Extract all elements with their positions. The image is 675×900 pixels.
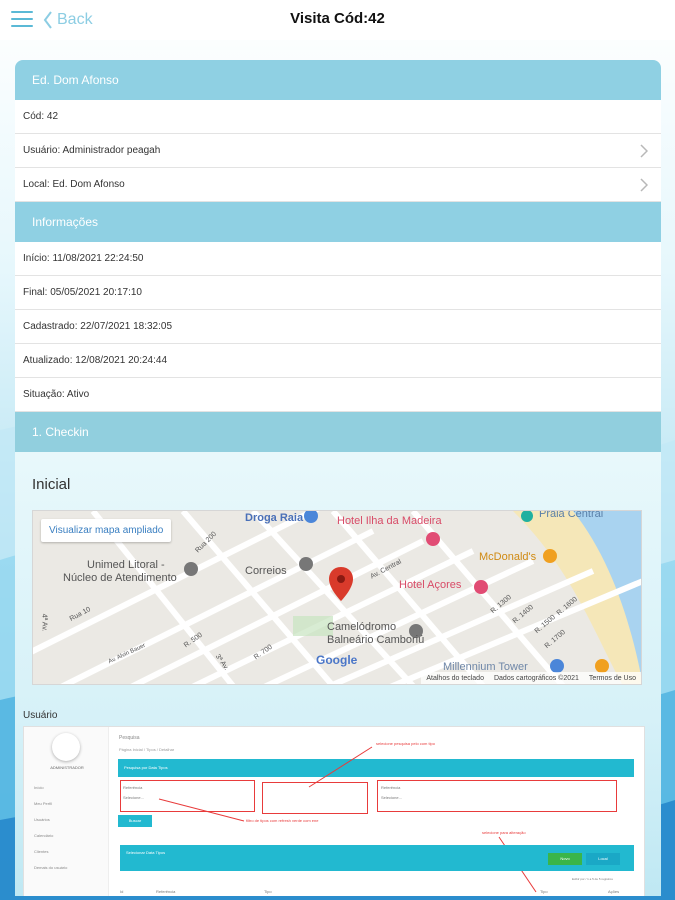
shot-col-type: Tipo xyxy=(264,889,272,894)
map-label-unimed: Unimed Litoral - xyxy=(87,559,165,571)
map-label-camelodromo-2: Balneário Camboriú xyxy=(327,634,425,646)
location-map[interactable]: Visualizar mapa ampliado Droga Raia Hote… xyxy=(32,510,642,685)
user-photo-screenshot[interactable]: ADMINISTRADOR Início Meu Perfil Usuários… xyxy=(23,726,645,896)
photo-title: Inicial xyxy=(32,476,71,493)
map-label-camelodromo: Camelódromo xyxy=(327,621,397,633)
map-terms-link[interactable]: Termos de Uso xyxy=(589,675,636,682)
visit-detail-card: Ed. Dom Afonso Cód: 42 Usuário: Administ… xyxy=(15,60,661,896)
map-label-unimed-2: Núcleo de Atendimento xyxy=(63,572,177,584)
end-text: Final: 05/05/2021 20:17:10 xyxy=(23,287,142,298)
map-label-correios: Correios xyxy=(245,565,287,577)
user-text: Usuário: Administrador peagah xyxy=(23,145,161,156)
map-label-beach: Praia Central xyxy=(539,510,604,520)
created-row: Cadastrado: 22/07/2021 18:32:05 xyxy=(15,310,661,344)
local-text: Local: Ed. Dom Afonso xyxy=(23,179,125,190)
map-enlarge-link[interactable]: Visualizar mapa ampliado xyxy=(41,519,172,542)
info-section-header: Informações xyxy=(15,202,661,242)
start-text: Início: 11/08/2021 22:24:50 xyxy=(23,253,144,264)
chevron-right-icon xyxy=(640,178,648,192)
page-title: Visita Cód:42 xyxy=(290,10,385,27)
map-label-mcdonalds: McDonald's xyxy=(479,551,537,563)
updated-text: Atualizado: 12/08/2021 20:24:44 xyxy=(23,355,168,366)
shot-col-ref: Referência xyxy=(156,889,176,894)
chevron-right-icon xyxy=(640,144,648,158)
user-photo-label: Usuário xyxy=(23,710,58,721)
status-text: Situação: Ativo xyxy=(23,389,90,400)
checkin-section-header: 1. Checkin xyxy=(15,412,661,452)
map-label-hotel-2: Hotel Açores xyxy=(399,579,462,591)
map-shortcuts-link[interactable]: Atalhos do teclado xyxy=(426,675,484,682)
map-data-credit: Dados cartográficos ©2021 xyxy=(493,674,579,682)
top-navigation-bar: Back Visita Cód:42 xyxy=(0,0,675,40)
map-label-hotel: Hotel Ilha da Madeira xyxy=(337,515,442,527)
status-row: Situação: Ativo xyxy=(15,378,661,412)
map-label-av-4: 4ª Av. xyxy=(40,613,48,632)
shot-col-id: Id xyxy=(120,889,124,894)
updated-row: Atualizado: 12/08/2021 20:24:44 xyxy=(15,344,661,378)
map-label-pharmacy: Droga Raia xyxy=(245,512,304,524)
created-text: Cadastrado: 22/07/2021 18:32:05 xyxy=(23,321,173,332)
code-row: Cód: 42 xyxy=(15,100,661,134)
checkin-panel: Inicial Visualizar mapa ampliado Droga R… xyxy=(15,452,661,896)
local-row[interactable]: Local: Ed. Dom Afonso xyxy=(15,168,661,202)
user-row[interactable]: Usuário: Administrador peagah xyxy=(15,134,661,168)
shot-col-type-2: Tipo xyxy=(540,889,548,894)
end-row: Final: 05/05/2021 20:17:10 xyxy=(15,276,661,310)
shot-local-button: Local xyxy=(586,853,620,865)
code-text: Cód: 42 xyxy=(23,111,59,122)
shot-new-button: Novo xyxy=(548,853,582,865)
shot-table-meta: Exibir por / 1 a 5 de 5 registros xyxy=(572,877,613,881)
annotation-note: selecione pesquisa pelo com tipo xyxy=(376,741,435,746)
google-logo: Google xyxy=(316,653,358,667)
annotation-note: filtro de tipos com refresh verde com en… xyxy=(246,818,319,823)
map-footer: Atalhos do teclado Dados cartográficos ©… xyxy=(421,672,641,684)
location-section-header: Ed. Dom Afonso xyxy=(15,60,661,100)
annotation-note: selecione para alteração xyxy=(482,830,526,835)
shot-col-actions: Ações xyxy=(608,889,620,894)
shot-list-bar-label: Selecionar Data Tipos xyxy=(126,850,166,855)
start-row: Início: 11/08/2021 22:24:50 xyxy=(15,242,661,276)
